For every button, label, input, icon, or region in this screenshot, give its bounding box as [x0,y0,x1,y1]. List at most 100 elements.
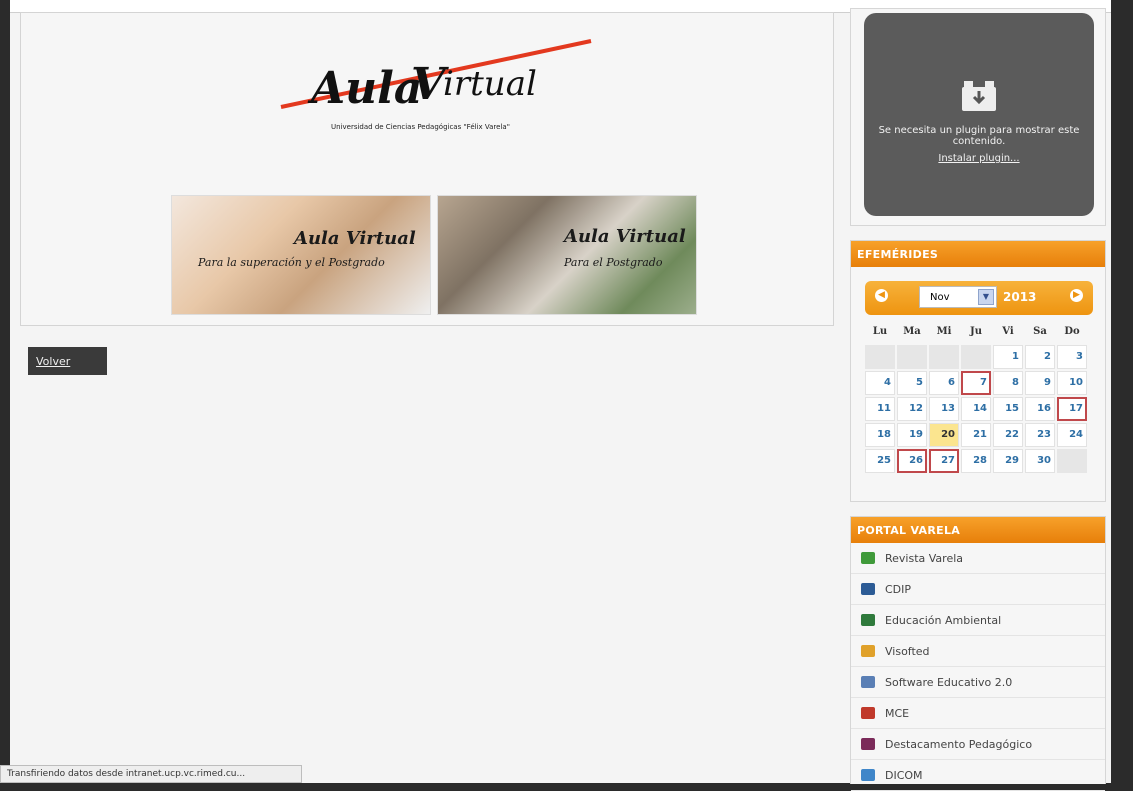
ambiental-icon [861,614,875,626]
efemerides-title: EFEMÉRIDES [851,241,1105,267]
banner-image-1: Aula Virtual Para la superación y el Pos… [171,195,431,315]
portal-link[interactable]: Revista Varela [851,543,1105,574]
portal-link-label: Revista Varela [885,551,964,565]
software-icon [861,676,875,688]
visofted-icon [861,645,875,657]
calendar-empty-cell [961,345,991,369]
banner-2-title: Aula Virtual [564,226,686,247]
weekday-header: Mi [936,326,952,337]
portal-link[interactable]: Destacamento Pedagógico [851,729,1105,760]
calendar-day[interactable]: 12 [897,397,927,421]
weekday-header: Do [1064,326,1080,337]
portal-varela-box: PORTAL VARELA Revista Varela CDIP Educació… [850,516,1106,791]
banner-image-2: Aula Virtual Para el Postgrado [437,195,697,315]
calendar-day[interactable]: 24 [1057,423,1087,447]
calendar-day[interactable]: 4 [865,371,895,395]
calendar-day[interactable]: 2 [1025,345,1055,369]
calendar-day[interactable]: 15 [993,397,1023,421]
next-month-icon[interactable]: ▶ [1070,289,1083,302]
calendar-day[interactable]: 23 [1025,423,1055,447]
revista-icon [861,552,875,564]
logo-subtitle: Universidad de Ciencias Pedagógicas "Fél… [331,123,510,131]
portal-link-label: Software Educativo 2.0 [885,675,1013,689]
portal-link[interactable]: CDIP [851,574,1105,605]
chevron-down-icon[interactable]: ▼ [978,289,994,305]
calendar-empty-cell [1057,449,1087,473]
banner-images: Aula Virtual Para la superación y el Pos… [171,195,697,315]
aula-virtual-logo: Aula V irtual Universidad de Ciencias Pe… [271,37,611,137]
plugin-message: Se necesita un plugin para mostrar este … [878,125,1080,147]
status-bar: Transfiriendo datos desde intranet.ucp.v… [0,765,302,783]
calendar-grid: Lu Ma Mi Ju Vi Sa Do 1 2 3 4 5 6 7 8 9 10 11 12 13 14 15 16 17 1… [865,321,1093,473]
calendar-empty-cell [897,345,927,369]
calendar-day[interactable]: 29 [993,449,1023,473]
calendar-day[interactable]: 9 [1025,371,1055,395]
svg-text:irtual: irtual [443,64,537,104]
month-value: Nov [930,291,950,303]
calendar-day[interactable]: 19 [897,423,927,447]
calendar: ◀ Nov ▼ 2013 ▶ Lu Ma Mi Ju Vi Sa Do 1 2 3 4 5 6 7 8 9 10… [865,281,1093,491]
calendar-day[interactable]: 13 [929,397,959,421]
portal-link-label: Educación Ambiental [885,613,1002,627]
calendar-day[interactable]: 27 [929,449,959,473]
plugin-container: Se necesita un plugin para mostrar este … [850,8,1106,226]
right-border [1111,0,1133,783]
portal-link[interactable]: DICOM [851,760,1105,791]
cdip-icon [861,583,875,595]
calendar-empty-cell [865,345,895,369]
portal-link[interactable]: Software Educativo 2.0 [851,667,1105,698]
back-button[interactable]: Volver [28,347,107,375]
plugin-download-icon [960,79,998,113]
portal-link-label: Visofted [885,644,930,658]
calendar-day[interactable]: 7 [961,371,991,395]
calendar-day[interactable]: 5 [897,371,927,395]
mce-icon [861,707,875,719]
calendar-day[interactable]: 6 [929,371,959,395]
calendar-day[interactable]: 21 [961,423,991,447]
left-border [0,0,10,783]
install-plugin-link[interactable]: Instalar plugin... [864,153,1094,164]
banner-2-subtitle: Para el Postgrado [564,256,663,269]
calendar-day[interactable]: 28 [961,449,991,473]
banner-1-title: Aula Virtual [294,228,416,249]
calendar-day[interactable]: 26 [897,449,927,473]
calendar-day[interactable]: 10 [1057,371,1087,395]
month-select[interactable]: Nov ▼ [919,286,997,308]
calendar-day[interactable]: 11 [865,397,895,421]
svg-text:Aula: Aula [307,63,422,114]
portal-link[interactable]: Educación Ambiental [851,605,1105,636]
weekday-header: Sa [1033,326,1047,337]
calendar-day[interactable]: 14 [961,397,991,421]
calendar-day[interactable]: 20 [929,423,959,447]
calendar-header: ◀ Nov ▼ 2013 ▶ [865,281,1093,315]
calendar-day[interactable]: 3 [1057,345,1087,369]
calendar-day[interactable]: 17 [1057,397,1087,421]
portal-link[interactable]: MCE [851,698,1105,729]
prev-month-icon[interactable]: ◀ [875,289,888,302]
calendar-day[interactable]: 30 [1025,449,1055,473]
portal-link-label: MCE [885,706,910,720]
efemerides-box: EFEMÉRIDES ◀ Nov ▼ 2013 ▶ Lu Ma Mi Ju Vi Sa Do… [850,240,1106,502]
dicom-icon [861,769,875,781]
portal-link-label: DICOM [885,768,923,782]
calendar-empty-cell [929,345,959,369]
portal-list: Revista Varela CDIP Educación Ambiental Vis… [851,543,1105,791]
calendar-day[interactable]: 1 [993,345,1023,369]
calendar-day[interactable]: 25 [865,449,895,473]
calendar-day[interactable]: 18 [865,423,895,447]
calendar-day[interactable]: 22 [993,423,1023,447]
header-banner-box: Aula V irtual Universidad de Ciencias Pe… [20,12,834,326]
plugin-placeholder: Se necesita un plugin para mostrar este … [864,13,1094,216]
year-label: 2013 [1003,290,1037,304]
portal-link-label: CDIP [885,582,912,596]
weekday-header: Ma [903,326,921,337]
portal-varela-title: PORTAL VARELA [851,517,1105,543]
calendar-day[interactable]: 8 [993,371,1023,395]
weekday-header: Ju [969,326,982,337]
calendar-day[interactable]: 16 [1025,397,1055,421]
banner-1-subtitle: Para la superación y el Postgrado [198,256,385,269]
weekday-header: Lu [872,326,888,337]
portal-link[interactable]: Visofted [851,636,1105,667]
weekday-header: Vi [1002,326,1014,337]
portal-link-label: Destacamento Pedagógico [885,737,1033,751]
